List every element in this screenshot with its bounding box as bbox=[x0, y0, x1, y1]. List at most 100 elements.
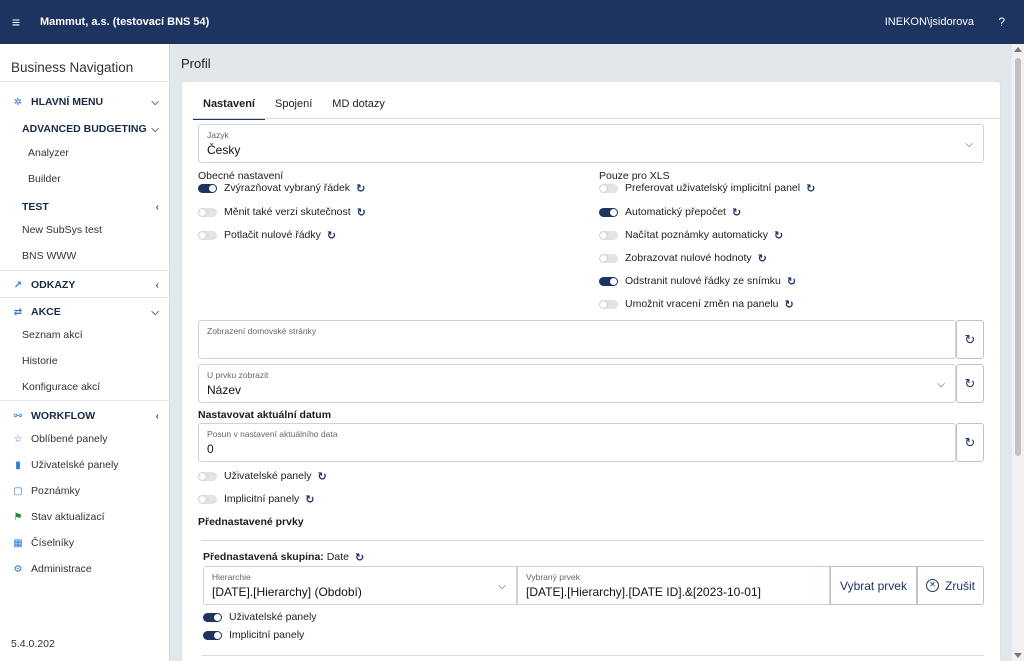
sidebar-item-poznamky[interactable]: ▢ Poznámky bbox=[0, 480, 170, 502]
user-name[interactable]: INEKON\jsidorova bbox=[885, 16, 974, 28]
refresh-icon[interactable]: ↻ bbox=[758, 252, 767, 265]
toggle-preferovat[interactable] bbox=[599, 183, 618, 193]
sidebar-item-akce[interactable]: ⇄ AKCE ⌵ bbox=[0, 301, 170, 323]
sidebar-item-historie[interactable]: Historie bbox=[0, 350, 170, 372]
option-label: Preferovat uživatelský implicitní panel bbox=[625, 182, 801, 194]
refresh-icon[interactable]: ↻ bbox=[806, 182, 815, 195]
option-label: Uživatelské panely bbox=[229, 611, 317, 623]
help-icon[interactable]: ? bbox=[998, 15, 1005, 29]
option-row: Implicitní panely bbox=[203, 627, 304, 643]
top-bar: ≡ Mammut, a.s. (testovací BNS 54) INEKON… bbox=[0, 0, 1024, 44]
page-title: Profil bbox=[181, 56, 211, 71]
tab-spojeni[interactable]: Spojení bbox=[265, 97, 322, 120]
refresh-icon[interactable]: ↻ bbox=[787, 275, 796, 288]
hierarchy-select[interactable]: Hierarchie [DATE].[Hierarchy] (Období) ⌵ bbox=[203, 566, 517, 605]
sidebar-item-new-subsys[interactable]: New SubSys test bbox=[0, 219, 170, 241]
tab-md-dotazy[interactable]: MD dotazy bbox=[322, 97, 395, 120]
option-label: Implicitní panely bbox=[224, 493, 300, 505]
profile-card: Nastavení Spojení MD dotazy Jazyk Česky … bbox=[181, 81, 1001, 661]
bar-chart-icon: ▮ bbox=[15, 459, 21, 471]
sidebar-item-konfigurace-akci[interactable]: Konfigurace akcí bbox=[0, 376, 170, 398]
table-icon: ▦ bbox=[13, 537, 23, 549]
refresh-icon[interactable]: ↻ bbox=[774, 229, 783, 242]
refresh-icon[interactable]: ↻ bbox=[318, 470, 327, 483]
sidebar-item-label: WORKFLOW bbox=[31, 410, 96, 422]
refresh-icon[interactable]: ↻ bbox=[732, 206, 741, 219]
option-label: Zvýrazňovat vybraný řádek bbox=[224, 182, 351, 194]
option-label: Zobrazovat nulové hodnoty bbox=[625, 252, 752, 264]
homepage-refresh-button[interactable]: ↻ bbox=[956, 320, 984, 359]
sidebar-item-oblibene[interactable]: ☆ Oblíbené panely bbox=[0, 428, 170, 450]
sidebar-item-builder[interactable]: Builder bbox=[0, 168, 170, 190]
sidebar-item-label: Seznam akcí bbox=[22, 329, 83, 341]
toggle-datum-implicitni[interactable] bbox=[198, 494, 217, 504]
language-value: Česky bbox=[207, 143, 241, 157]
sidebar-item-advanced-budgeting[interactable]: ADVANCED BUDGETING ⌵ bbox=[0, 118, 170, 140]
homepage-field[interactable]: Zobrazení domovské stránky bbox=[198, 320, 956, 359]
sidebar-item-label: New SubSys test bbox=[22, 224, 102, 236]
refresh-icon[interactable]: ↻ bbox=[356, 182, 365, 195]
toggle-umoznit-vraceni[interactable] bbox=[599, 299, 618, 309]
date-offset-label: Posun v nastavení aktuálního data bbox=[207, 429, 338, 439]
scroll-up-arrow-icon[interactable] bbox=[1014, 47, 1022, 52]
tab-nastaveni[interactable]: Nastavení bbox=[193, 97, 265, 120]
element-display-refresh-button[interactable]: ↻ bbox=[956, 364, 984, 403]
sidebar-item-stav[interactable]: ⚑ Stav aktualizací bbox=[0, 506, 170, 528]
preset-group-value: Date bbox=[326, 551, 349, 563]
sidebar-item-seznam-akci[interactable]: Seznam akcí bbox=[0, 324, 170, 346]
sidebar-item-label: TEST bbox=[22, 201, 49, 213]
toggle-zobrazovat-nulove[interactable] bbox=[599, 253, 618, 263]
sidebar-item-administrace[interactable]: ⚙ Administrace bbox=[0, 558, 170, 580]
refresh-icon[interactable]: ↻ bbox=[785, 298, 794, 311]
date-offset-field[interactable]: Posun v nastavení aktuálního data 0 bbox=[198, 423, 956, 462]
sidebar-item-odkazy[interactable]: ↗ ODKAZY ‹ bbox=[0, 274, 170, 296]
toggle-nacitat-poznamky[interactable] bbox=[599, 230, 618, 240]
toggle-preset-uzivatelske[interactable] bbox=[203, 612, 222, 622]
sidebar-item-bns-www[interactable]: BNS WWW bbox=[0, 245, 170, 267]
sidebar-item-test[interactable]: TEST ‹ bbox=[0, 196, 170, 218]
refresh-icon[interactable]: ↻ bbox=[355, 551, 364, 564]
toggle-menit-verzi[interactable] bbox=[198, 207, 217, 217]
toggle-datum-uzivatelske[interactable] bbox=[198, 471, 217, 481]
select-member-button[interactable]: Vybrat prvek bbox=[830, 566, 917, 605]
sidebar-item-label: HLAVNÍ MENU bbox=[31, 96, 104, 108]
sidebar-item-uzivatelske[interactable]: ▮ Uživatelské panely bbox=[0, 454, 170, 476]
date-offset-value: 0 bbox=[207, 442, 214, 456]
toggle-zvyraznovat[interactable] bbox=[198, 183, 217, 193]
hamburger-icon[interactable]: ≡ bbox=[0, 14, 32, 30]
toggle-preset-implicitni[interactable] bbox=[203, 630, 222, 640]
element-display-select[interactable]: U prvku zobrazit Název ⌵ bbox=[198, 364, 956, 403]
option-label: Načítat poznámky automaticky bbox=[625, 229, 768, 241]
sidebar-item-workflow[interactable]: ⚯ WORKFLOW ‹ bbox=[0, 405, 170, 427]
sidebar-item-hlavni-menu[interactable]: ✲ HLAVNÍ MENU ⌵ bbox=[0, 91, 170, 113]
cancel-button[interactable]: ✕ Zrušit bbox=[917, 566, 984, 605]
toggle-potlacit-nulove[interactable] bbox=[198, 230, 217, 240]
scroll-down-arrow-icon[interactable] bbox=[1014, 653, 1022, 658]
option-label: Automatický přepočet bbox=[625, 206, 726, 218]
date-offset-refresh-button[interactable]: ↻ bbox=[956, 423, 984, 462]
chevron-left-icon: ‹ bbox=[155, 279, 159, 291]
tab-bar: Nastavení Spojení MD dotazy bbox=[193, 97, 395, 120]
sidebar-item-ciselniky[interactable]: ▦ Číselníky bbox=[0, 532, 170, 554]
sidebar-item-analyzer[interactable]: Analyzer bbox=[0, 142, 170, 164]
option-label: Implicitní panely bbox=[229, 629, 305, 641]
preset-divider bbox=[202, 540, 984, 541]
refresh-icon[interactable]: ↻ bbox=[305, 493, 314, 506]
language-select[interactable]: Jazyk Česky ⌵ bbox=[198, 124, 984, 163]
scrollbar-thumb[interactable] bbox=[1015, 58, 1021, 456]
sidebar-item-label: Poznámky bbox=[31, 485, 81, 497]
sidebar-item-label: BNS WWW bbox=[22, 250, 77, 262]
refresh-icon[interactable]: ↻ bbox=[357, 206, 366, 219]
sidebar-item-label: Uživatelské panely bbox=[31, 459, 119, 471]
hierarchy-value: [DATE].[Hierarchy] (Období) bbox=[212, 585, 362, 599]
option-row: Umožnit vracení změn na panelu ↻ bbox=[599, 296, 794, 312]
element-display-value: Název bbox=[207, 383, 242, 397]
chevron-left-icon: ‹ bbox=[155, 201, 159, 213]
page-scrollbar[interactable] bbox=[1012, 44, 1024, 661]
sidebar-item-label: Konfigurace akcí bbox=[22, 381, 101, 393]
refresh-icon[interactable]: ↻ bbox=[327, 229, 336, 242]
selected-member-field[interactable]: Vybraný prvek [DATE].[Hierarchy].[DATE I… bbox=[517, 566, 830, 605]
selected-member-value: [DATE].[Hierarchy].[DATE ID].&[2023-10-0… bbox=[526, 585, 761, 599]
toggle-automaticky-prepocet[interactable] bbox=[599, 207, 618, 217]
toggle-odstranit-nulove[interactable] bbox=[599, 276, 618, 286]
